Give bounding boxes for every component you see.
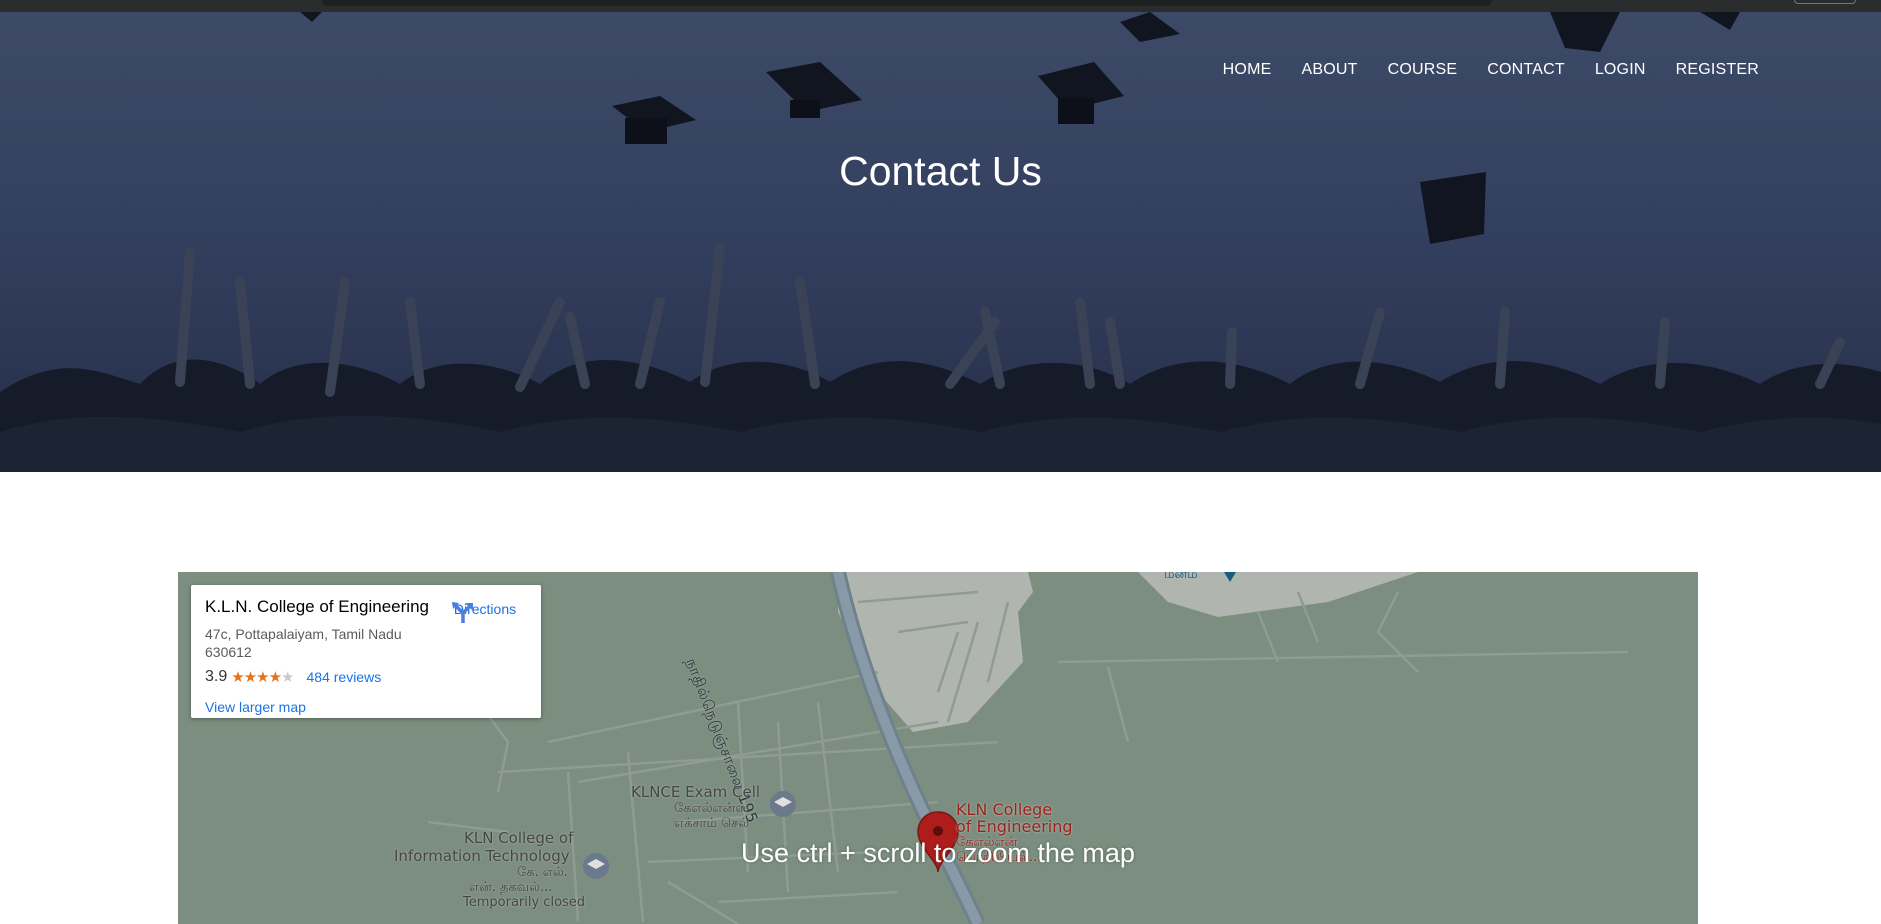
nav-contact-link[interactable]: CONTACT: [1487, 61, 1565, 79]
browser-url-bar: [322, 0, 1492, 6]
browser-top-strip: [0, 0, 1881, 12]
place-name: K.L.N. College of Engineering: [205, 597, 429, 616]
rating-stars-icon: ★★★★★: [231, 669, 294, 686]
page-title: Contact Us: [839, 148, 1042, 194]
nav-login-link[interactable]: LOGIN: [1595, 61, 1646, 79]
place-rating-row: 3.9 ★★★★★ 484 reviews: [205, 668, 527, 686]
view-larger-map-link[interactable]: View larger map: [205, 699, 306, 715]
nav-about-link[interactable]: ABOUT: [1301, 61, 1357, 79]
nav-register-link[interactable]: REGISTER: [1676, 61, 1759, 79]
nav-home-link[interactable]: HOME: [1223, 61, 1272, 79]
nav-course-link[interactable]: COURSE: [1388, 61, 1458, 79]
place-address: 47c, Pottapalaiyam, Tamil Nadu 630612: [205, 625, 450, 661]
embedded-map[interactable]: நாதில்நெடுஞ்சாலை 195 மீனம் KLNCE Exam Ce…: [178, 572, 1698, 924]
graduation-background-image: [0, 12, 1881, 472]
directions-button[interactable]: Directions: [449, 599, 521, 623]
map-zoom-hint: Use ctrl + scroll to zoom the map: [741, 838, 1135, 868]
directions-icon: [452, 602, 473, 623]
place-info-card: K.L.N. College of Engineering 47c, Potta…: [191, 585, 541, 718]
place-address-line2: 630612: [205, 644, 252, 660]
main-nav: HOME ABOUT COURSE CONTACT LOGIN REGISTER: [1193, 61, 1759, 79]
browser-button: [1794, 0, 1856, 4]
place-address-line1: 47c, Pottapalaiyam, Tamil Nadu: [205, 626, 402, 642]
hero-banner: HOME ABOUT COURSE CONTACT LOGIN REGISTER…: [0, 12, 1881, 472]
reviews-link[interactable]: 484 reviews: [307, 669, 382, 685]
place-rating-value: 3.9: [205, 668, 228, 685]
